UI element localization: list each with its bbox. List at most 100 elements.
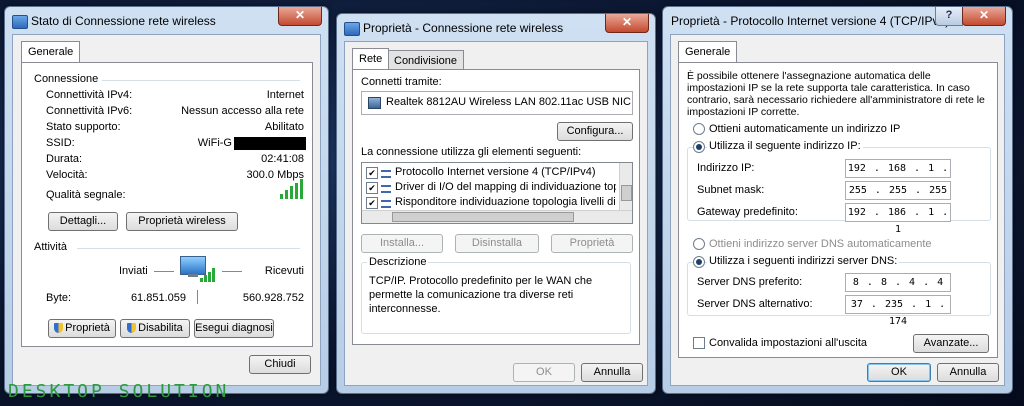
window-title: Proprietà - Protocollo Internet versione… [671,14,950,28]
horizontal-scrollbar[interactable] [362,210,632,223]
validate-checkbox[interactable] [693,337,705,349]
cancel-button[interactable]: Annulla [937,363,999,382]
cancel-button[interactable]: Annulla [581,363,643,382]
vertical-scrollbar[interactable] [619,163,632,211]
checkbox-checked[interactable]: ✔ [366,167,378,179]
items-label: La connessione utilizza gli elementi seg… [361,146,582,158]
auto-dns-radio[interactable] [693,238,705,250]
preferred-dns-field[interactable]: 8 . 8 . 4 . 4 [845,273,951,292]
properties-button-label: Proprietà [65,322,110,334]
properties-button[interactable]: Proprietà [48,319,116,338]
bytes-sent-value: 61.851.059 [130,292,186,304]
uac-shield-icon [54,323,64,333]
tab-sharing[interactable]: Condivisione [387,50,464,71]
list-item[interactable]: ✔ Protocollo Internet versione 4 (TCP/IP… [366,166,616,180]
wireless-properties-button[interactable]: Proprietà wireless [126,212,238,231]
duration-value: 02:41:08 [261,153,304,165]
bytes-label: Byte: [46,292,72,304]
scrollbar-thumb[interactable] [621,185,632,201]
ssid-label: SSID: [46,137,75,149]
signal-label: Qualità segnale: [46,189,126,201]
sent-line [154,271,174,272]
list-item[interactable]: ✔ Risponditore individuazione topologia … [366,196,616,210]
ipv4-label: Connettività IPv4: [46,89,133,101]
preferred-dns-label: Server DNS preferito: [697,276,803,288]
bytes-received-value: 560.928.752 [242,292,304,304]
titlebar[interactable]: Stato di Connessione rete wireless ✕ [5,7,328,37]
close-button[interactable]: Chiudi [249,355,311,374]
titlebar[interactable]: Proprietà - Connessione rete wireless ✕ [337,14,655,44]
ip-address-field[interactable]: 192 . 168 . 1 . 104 [845,159,951,191]
checkbox-checked[interactable]: ✔ [366,182,378,194]
ip-address-label: Indirizzo IP: [697,162,755,174]
tab-general[interactable]: Generale [21,41,81,62]
manual-dns-radio[interactable] [693,256,705,268]
window-title: Proprietà - Connessione rete wireless [363,21,564,35]
ok-button[interactable]: OK [867,363,931,382]
network-icon [12,15,28,29]
close-window-button[interactable]: ✕ [278,7,322,26]
checkbox-checked[interactable]: ✔ [366,197,378,209]
advanced-button[interactable]: Avanzate... [913,334,989,353]
scrollbar-thumb[interactable] [392,212,574,222]
item-properties-button[interactable]: Proprietà [551,234,633,253]
tab-network[interactable]: Rete [352,48,390,69]
duration-label: Durata: [46,153,83,165]
network-computers-icon [180,254,215,284]
connect-using-label: Connetti tramite: [361,76,442,88]
adapter-box: Realtek 8812AU Wireless LAN 802.11ac USB… [361,91,633,115]
list-item-label: Protocollo Internet versione 4 (TCP/IPv4… [395,166,596,178]
network-panel: Connetti tramite: Realtek 8812AU Wireles… [352,69,640,345]
protocol-icon [381,170,391,178]
components-list[interactable]: ✔ Protocollo Internet versione 4 (TCP/IP… [361,162,633,224]
validate-label: Convalida impostazioni all'uscita [709,337,868,349]
window-title: Stato di Connessione rete wireless [31,14,216,28]
disable-button[interactable]: Disabilita [120,319,190,338]
signal-bars-icon [280,179,304,199]
uac-shield-icon [127,323,137,333]
install-button[interactable]: Installa... [361,234,443,253]
subnet-mask-label: Subnet mask: [697,184,765,196]
ssid-redaction [234,137,306,150]
ok-button[interactable]: OK [513,363,575,382]
configure-button[interactable]: Configura... [557,122,633,141]
titlebar[interactable]: Proprietà - Protocollo Internet versione… [663,7,1012,37]
uninstall-button[interactable]: Disinstalla [455,234,539,253]
client-area: Rete Condivisione Connetti tramite: Real… [344,41,648,386]
alternate-dns-field[interactable]: 37 . 235 . 1 . 174 [845,295,951,327]
media-state-label: Stato supporto: [46,121,121,133]
list-item[interactable]: ✔ Driver di I/O del mapping di individua… [366,181,616,195]
subnet-mask-field[interactable]: 255 . 255 . 255 . 0 [845,181,951,213]
connection-status-window: Stato di Connessione rete wireless ✕ Gen… [4,6,329,394]
protocol-icon [381,185,391,193]
description-header: Descrizione [367,256,429,268]
auto-ip-radio[interactable] [693,123,705,135]
client-area: Generale Connessione Connettività IPv4: … [12,34,321,386]
close-window-button[interactable]: ✕ [962,7,1006,26]
sent-label: Inviati [119,265,148,277]
ipv4-value: Internet [266,89,304,101]
help-button[interactable]: ? [935,7,963,26]
details-button[interactable]: Dettagli... [48,212,118,231]
speed-label: Velocità: [46,169,88,181]
list-item-label: Risponditore individuazione topologia li… [395,196,616,208]
divider [102,80,300,81]
general-panel: Connessione Connettività IPv4: Internet … [21,62,313,347]
auto-dns-label: Ottieni indirizzo server DNS automaticam… [709,238,932,250]
intro-text: È possibile ottenere l'assegnazione auto… [687,70,985,118]
connection-header: Connessione [34,73,99,85]
tab-general[interactable]: Generale [678,41,738,62]
divider [77,248,300,249]
network-adapter-icon [368,97,381,109]
client-area: Generale È possibile ottenere l'assegnaz… [670,34,1005,386]
diagnose-button[interactable]: Esegui diagnosi [194,319,274,338]
received-line [222,271,242,272]
list-item-label: Driver di I/O del mapping di individuazi… [395,181,616,193]
bytes-divider [197,290,198,304]
manual-ip-radio[interactable] [693,141,705,153]
network-icon [344,22,360,36]
media-state-value: Abilitato [264,121,304,133]
close-window-button[interactable]: ✕ [605,14,649,33]
gateway-field[interactable]: 192 . 186 . 1 . 1 [845,203,951,235]
general-panel: È possibile ottenere l'assegnazione auto… [678,62,998,358]
